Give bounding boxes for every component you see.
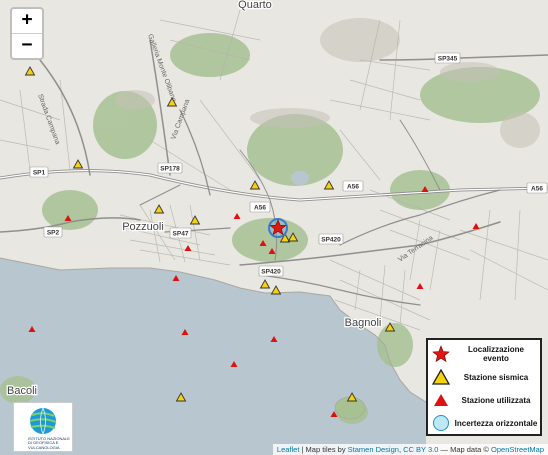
place-pozzuoli: Pozzuoli <box>122 221 164 233</box>
svg-text:A56: A56 <box>531 186 543 193</box>
ingv-logo: ISTITUTO NAZIONALE DI GEOFISICA E VULCAN… <box>13 402 73 452</box>
shield-a56-east: A56 <box>342 180 364 192</box>
shield-sp47: SP47 <box>169 227 192 239</box>
svg-text:SP420: SP420 <box>321 237 341 244</box>
svg-text:A56: A56 <box>254 205 266 212</box>
shield-sp178: SP178 <box>157 162 183 174</box>
zoom-out-button[interactable]: − <box>12 33 42 58</box>
leaflet-link[interactable]: Leaflet <box>277 445 300 454</box>
svg-text:A56: A56 <box>347 184 359 191</box>
legend-row-used: Stazione utilizzata <box>428 389 540 411</box>
shield-sp1: SP1 <box>29 166 49 178</box>
place-quarto: Quarto <box>238 0 272 11</box>
svg-text:SP47: SP47 <box>173 231 189 238</box>
sea-left <box>0 300 10 372</box>
map-container[interactable]: SP345 SP1 SP178 A56 A56 A56 SP2 SP47 SP4… <box>0 0 548 455</box>
osm-link[interactable]: OpenStreetMap <box>491 445 544 454</box>
red-triangle-icon <box>428 393 454 407</box>
shield-a56-far: A56 <box>526 182 548 194</box>
zoom-in-button[interactable]: + <box>12 9 42 33</box>
svg-text:SP2: SP2 <box>47 230 60 237</box>
legend-event-label: Localizzazione evento <box>467 345 524 363</box>
svg-text:SP1: SP1 <box>33 170 46 177</box>
place-bacoli: Bacoli <box>7 385 37 397</box>
globe-icon <box>29 407 57 435</box>
shield-sp2: SP2 <box>43 226 63 238</box>
star-icon <box>428 345 454 363</box>
zoom-control: + − <box>10 7 44 60</box>
logo-text: ISTITUTO NAZIONALE DI GEOFISICA E VULCAN… <box>28 436 70 450</box>
legend-seismic-label: Stazione sismica <box>463 372 529 382</box>
legend-used-label: Stazione utilizzata <box>461 395 531 405</box>
ccby-link[interactable]: CC BY 3.0 <box>403 445 438 454</box>
attribution: Leaflet | Map tiles by Stamen Design, CC… <box>272 444 548 455</box>
shield-sp420-north: SP420 <box>318 233 344 245</box>
yellow-triangle-icon <box>428 369 454 385</box>
svg-text:SP345: SP345 <box>438 56 458 63</box>
shield-sp420-south: SP420 <box>258 265 284 277</box>
place-bagnoli: Bagnoli <box>345 317 382 329</box>
stamen-link[interactable]: Stamen Design <box>348 445 399 454</box>
svg-text:SP420: SP420 <box>261 269 281 276</box>
legend-row-seismic: Stazione sismica <box>428 366 540 388</box>
shield-sp345: SP345 <box>434 52 461 64</box>
svg-text:SP178: SP178 <box>160 166 180 173</box>
shield-a56-west: A56 <box>249 201 271 213</box>
legend-row-uncertainty: Incertezza orizzontale <box>428 412 540 434</box>
legend: Localizzazione evento Stazione sismica S… <box>426 338 542 436</box>
crater-lake <box>291 171 309 185</box>
legend-uncertainty-label: Incertezza orizzontale <box>454 418 538 428</box>
circle-icon <box>428 414 454 432</box>
legend-row-event: Localizzazione evento <box>428 343 540 365</box>
